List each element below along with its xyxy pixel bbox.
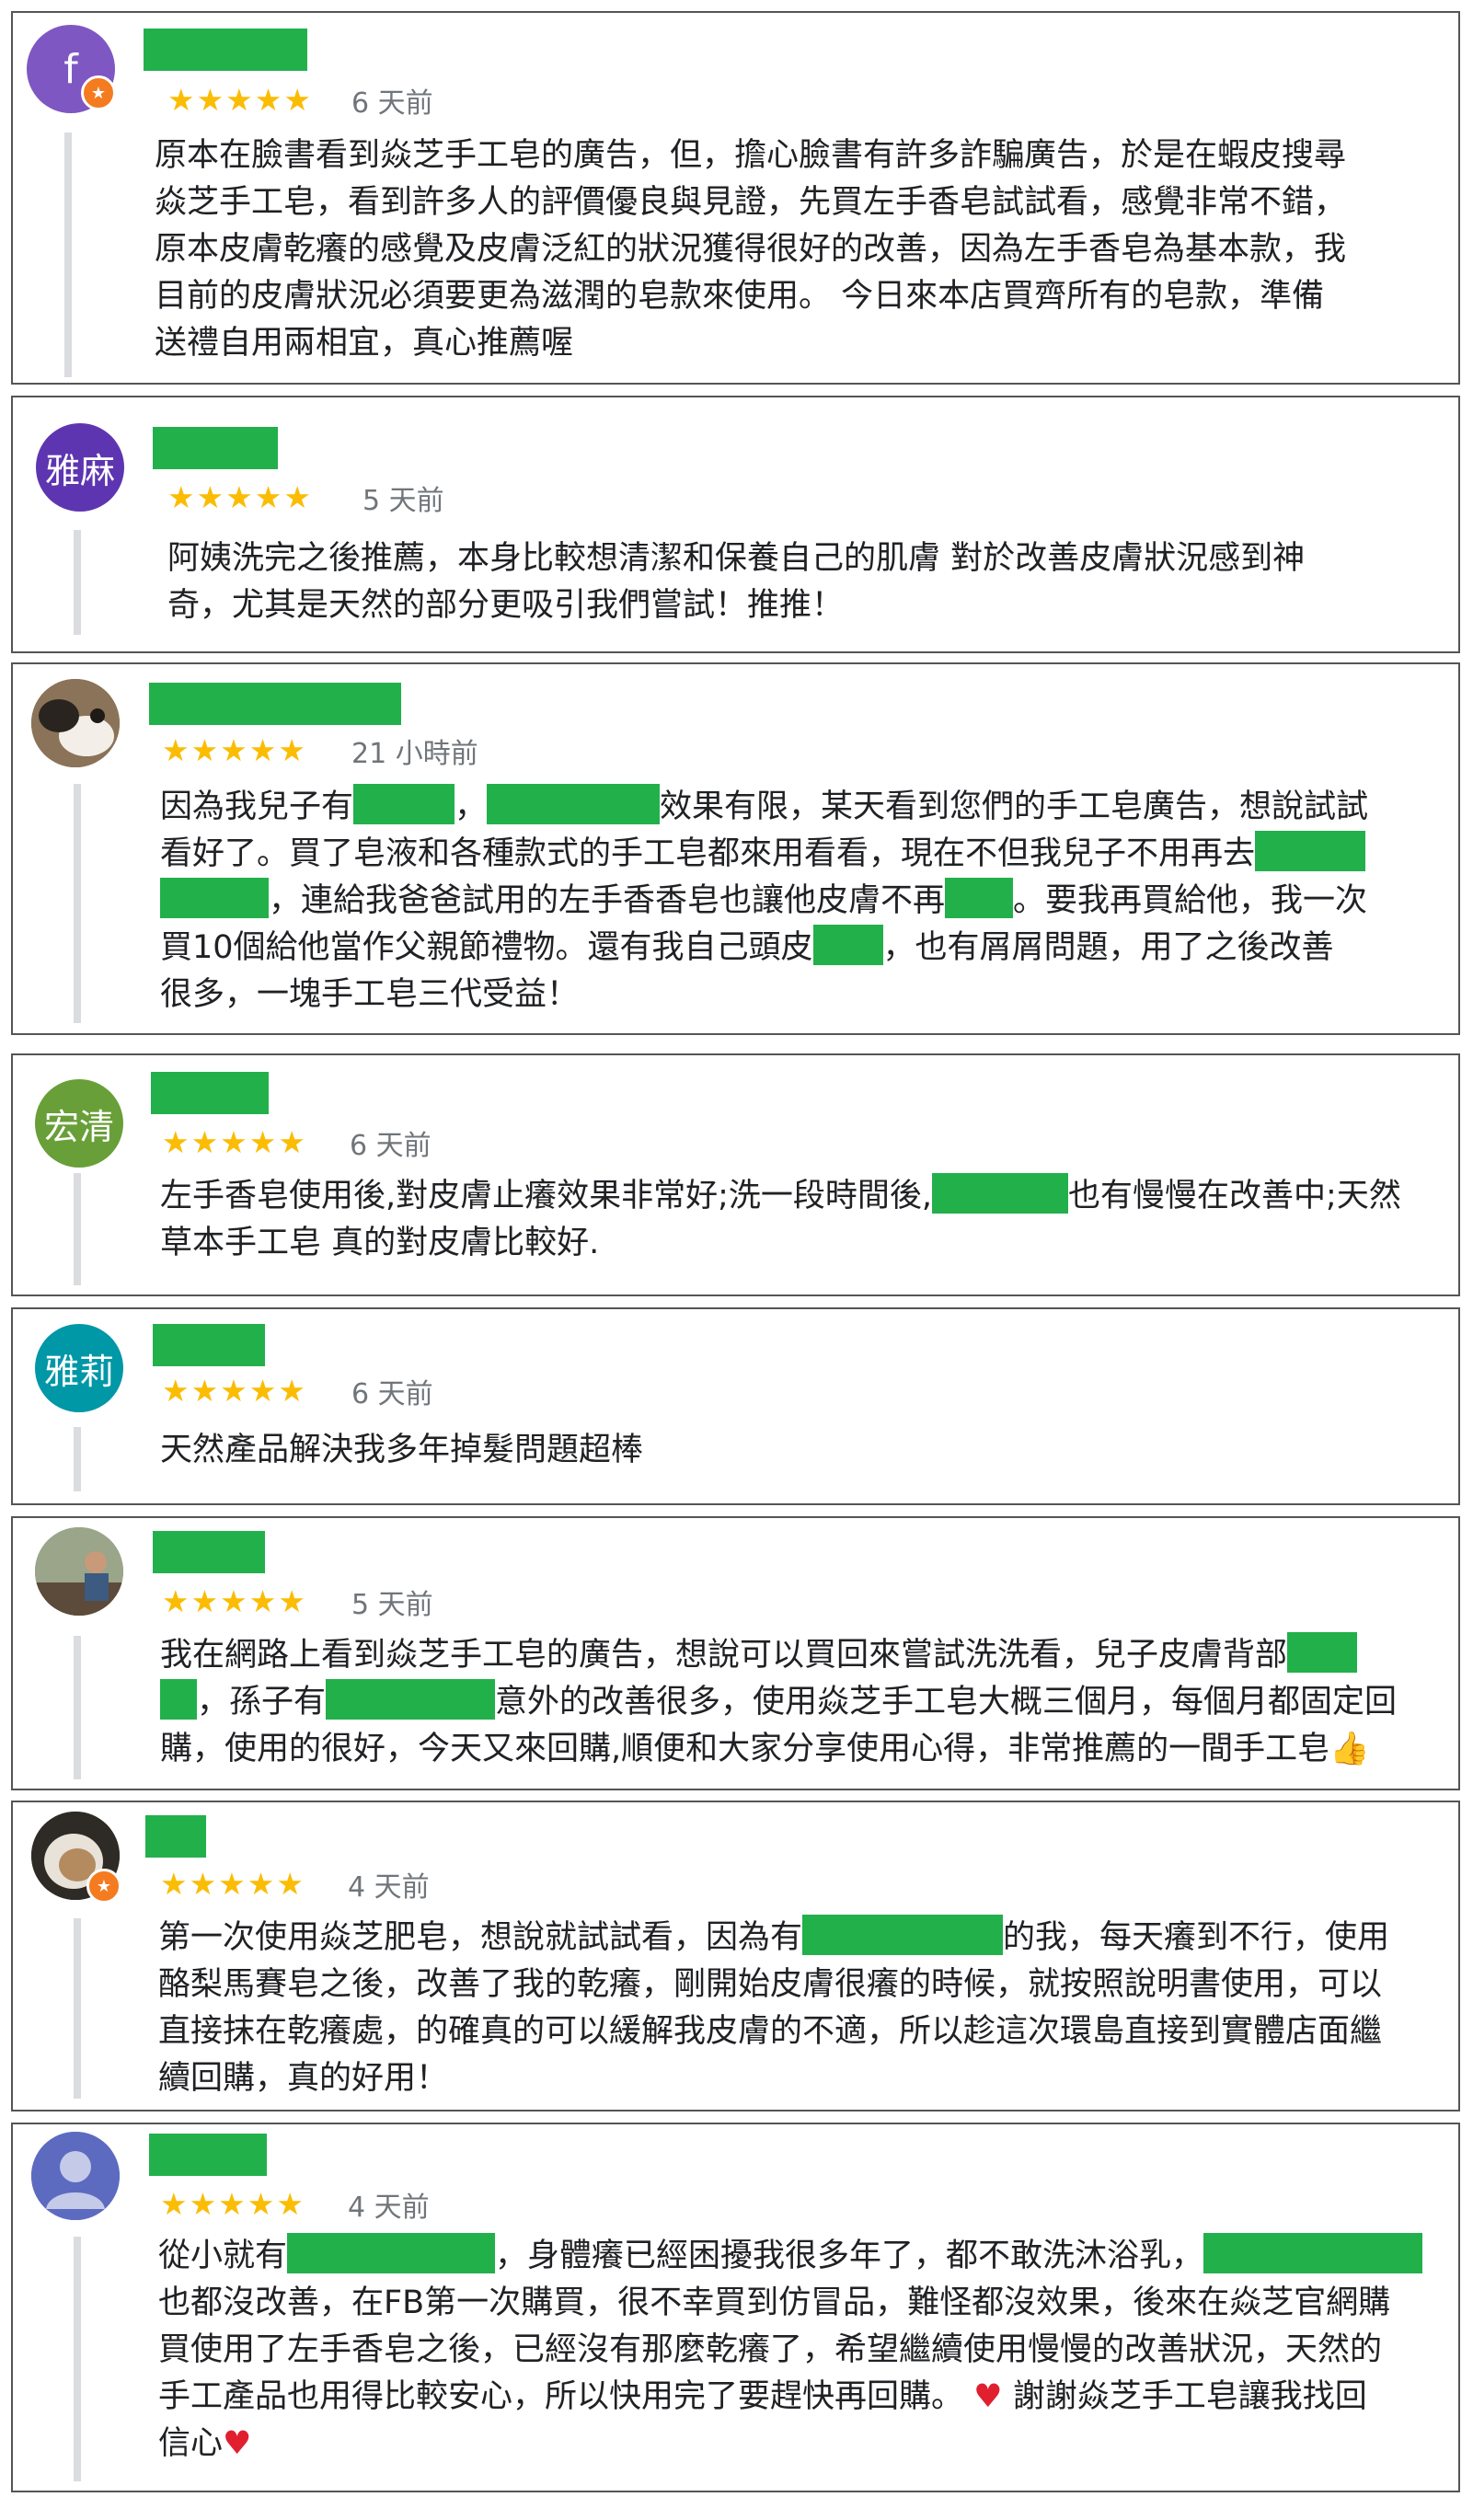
heart-icon: ♥ — [973, 2378, 1003, 2415]
review-text: 從小就有 ，身體癢已經困擾我很多年了，都不敢洗沐浴乳， 也都沒改善，在FB第一次購… — [158, 2233, 1423, 2468]
redaction — [932, 1173, 1069, 1214]
avatar[interactable]: 雅麻 — [36, 423, 124, 512]
review-quote-bar — [74, 1636, 81, 1779]
redaction — [353, 784, 455, 824]
local-guide-badge-icon: ★ — [81, 75, 116, 110]
dog-photo-icon — [31, 679, 120, 767]
reviewer-name-redacted[interactable] — [149, 2134, 267, 2176]
review-text: 原本在臉書看到焱芝手工皂的廣告，但，擔心臉書有許多詐騙廣告，於是在蝦皮搜尋 焱芝… — [155, 137, 1347, 362]
review-time: 21 小時前 — [351, 738, 478, 770]
review-time: 6 天前 — [351, 87, 433, 120]
reviewer-name-redacted[interactable] — [149, 683, 401, 725]
avatar[interactable]: 宏清 — [35, 1079, 123, 1168]
redaction — [802, 1915, 1004, 1955]
review-text: 天然產品解決我多年掉髮問題超棒 — [160, 1432, 644, 1468]
avatar-initial: 宏清 — [43, 1106, 114, 1147]
redaction — [1287, 1632, 1358, 1673]
review-card: ★ ★★★★★ 4 天前 第一次使用焱芝肥皂，想說就試試看，因為有 的我，每天癢到… — [11, 1801, 1460, 2112]
review-card: ★★★★★ 5 天前 我在網路上看到焱芝手工皂的廣告，想說可以買回來嘗試洗洗看，… — [11, 1516, 1460, 1790]
review-card: 雅莉 ★★★★★ 6 天前 天然產品解決我多年掉髮問題超棒 — [11, 1307, 1460, 1505]
review-text: 因為我兒子有，效果有限，某天看到您們的手工皂廣告，想說試試 看好了。買了皂液和各… — [160, 784, 1368, 1018]
redaction — [1203, 2233, 1423, 2273]
review-card: 宏清 ★★★★★ 6 天前 左手香皂使用後,對皮膚止癢效果非常好;洗一段時間後,… — [11, 1053, 1460, 1296]
review-time: 4 天前 — [348, 2192, 430, 2224]
reviewer-name-redacted[interactable] — [153, 1531, 265, 1573]
review-text: 左手香皂使用後,對皮膚止癢效果非常好;洗一段時間後, 也有慢慢在改善中;天然 草本… — [160, 1173, 1401, 1267]
redaction — [160, 878, 269, 918]
local-guide-badge-icon: ★ — [86, 1869, 121, 1904]
review-quote-bar — [64, 132, 72, 377]
avatar[interactable] — [31, 679, 120, 767]
thumbs-up-icon: 👍 — [1329, 1731, 1370, 1767]
star-rating: ★★★★★ — [162, 732, 307, 768]
redaction — [487, 784, 661, 824]
redaction — [1255, 831, 1366, 871]
review-time: 5 天前 — [351, 1589, 433, 1621]
review-time: 4 天前 — [348, 1871, 430, 1904]
avatar-initial: 雅莉 — [43, 1351, 114, 1392]
review-time: 6 天前 — [350, 1130, 432, 1162]
review-quote-bar — [74, 530, 81, 635]
person-photo-icon — [35, 1527, 123, 1616]
reviewer-name-redacted[interactable] — [153, 427, 278, 469]
review-quote-bar — [74, 1918, 81, 2099]
review-quote-bar — [74, 2237, 81, 2481]
reviewer-name-redacted[interactable] — [144, 29, 307, 71]
star-rating: ★★★★★ — [160, 1866, 305, 1902]
review-card: f ★ ★★★★★ 6 天前 原本在臉書看到焱芝手工皂的廣告，但，擔心臉書有許多… — [11, 11, 1460, 385]
star-rating: ★★★★★ — [167, 479, 313, 515]
redaction — [287, 2233, 496, 2273]
review-quote-bar — [74, 1173, 81, 1285]
review-time: 5 天前 — [362, 485, 444, 517]
heart-icon: ♥ — [223, 2425, 252, 2462]
review-card: ★★★★★ 4 天前 從小就有 ，身體癢已經困擾我很多年了，都不敢洗沐浴乳， 也都… — [11, 2123, 1460, 2492]
reviewer-name-redacted[interactable] — [145, 1815, 206, 1858]
redaction — [945, 878, 1014, 918]
redaction — [812, 925, 883, 965]
avatar[interactable]: 雅莉 — [35, 1324, 123, 1412]
review-quote-bar — [74, 784, 81, 1023]
star-rating: ★★★★★ — [160, 2186, 305, 2222]
avatar-initial: 雅麻 — [44, 450, 115, 491]
star-rating: ★★★★★ — [162, 1583, 307, 1619]
review-card: 雅麻 ★★★★★ 5 天前 阿姨洗完之後推薦，本身比較想清潔和保養自己的肌膚 對… — [11, 396, 1460, 653]
avatar-initial: f — [63, 45, 78, 93]
star-rating: ★★★★★ — [167, 82, 313, 118]
redaction — [326, 1679, 496, 1720]
review-card: ★★★★★ 21 小時前 因為我兒子有，效果有限，某天看到您們的手工皂廣告，想說… — [11, 662, 1460, 1035]
review-text: 我在網路上看到焱芝手工皂的廣告，想說可以買回來嘗試洗洗看，兒子皮膚背部 ，孫子有… — [160, 1632, 1397, 1773]
default-user-icon — [31, 2132, 120, 2220]
review-text: 阿姨洗完之後推薦，本身比較想清潔和保養自己的肌膚 對於改善皮膚狀況感到神 奇，尤… — [167, 540, 1306, 624]
avatar[interactable] — [35, 1527, 123, 1616]
review-text: 第一次使用焱芝肥皂，想說就試試看，因為有 的我，每天癢到不行，使用 酪梨馬賽皂之後… — [158, 1915, 1389, 2102]
star-rating: ★★★★★ — [162, 1124, 307, 1160]
avatar[interactable] — [31, 2132, 120, 2220]
star-rating: ★★★★★ — [162, 1373, 307, 1409]
review-quote-bar — [74, 1427, 81, 1491]
redaction — [160, 1679, 197, 1720]
reviewer-name-redacted[interactable] — [151, 1072, 269, 1114]
review-time: 6 天前 — [351, 1378, 433, 1410]
reviewer-name-redacted[interactable] — [153, 1324, 265, 1366]
